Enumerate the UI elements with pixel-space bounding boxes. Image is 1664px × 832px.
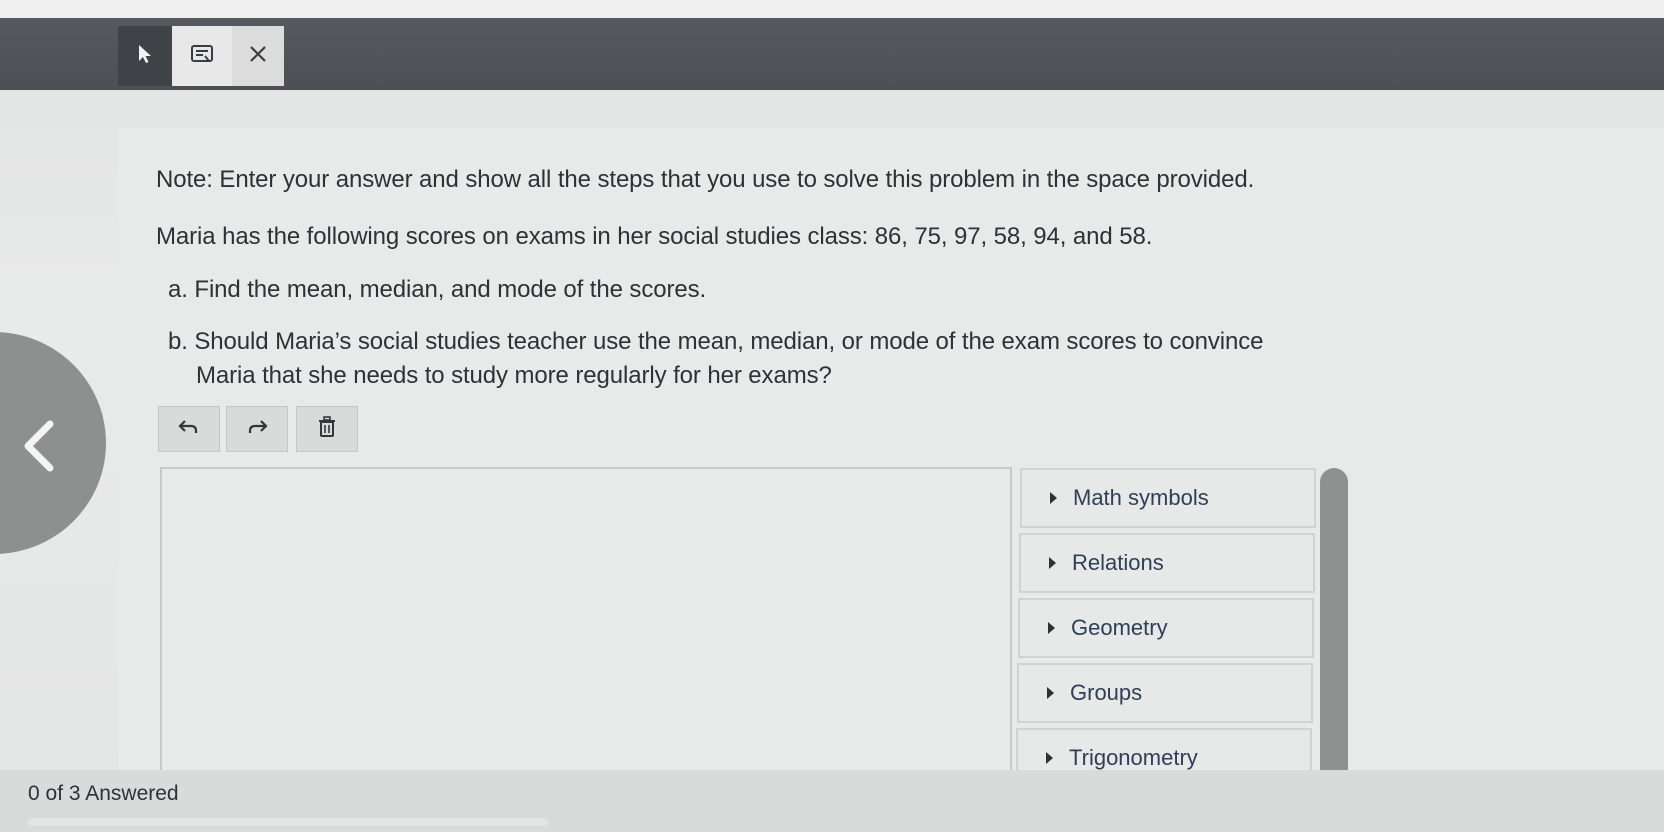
annotation-tool-group	[118, 26, 284, 86]
palette-groups[interactable]: Groups	[1017, 663, 1313, 723]
clear-button[interactable]	[296, 406, 358, 452]
palette-label: Groups	[1070, 680, 1143, 705]
triangle-right-icon	[1047, 687, 1054, 699]
cursor-icon	[136, 43, 154, 70]
undo-button[interactable]	[158, 406, 220, 452]
answered-count: 0 of 3 Answered	[28, 782, 179, 805]
question-part-b-line1: b. Should Maria’s social studies teacher…	[168, 328, 1264, 355]
top-strip	[0, 0, 1664, 18]
palette-scrollbar[interactable]	[1320, 468, 1348, 788]
triangle-right-icon	[1048, 622, 1055, 634]
trash-icon	[318, 415, 336, 443]
palette-label: Trigonometry	[1069, 745, 1198, 770]
undo-icon	[178, 418, 200, 441]
question-note: Note: Enter your answer and show all the…	[156, 166, 1255, 193]
answer-drawing-area[interactable]	[160, 467, 1012, 787]
close-tool-button[interactable]	[232, 26, 284, 86]
redo-icon	[246, 418, 268, 441]
triangle-right-icon	[1050, 492, 1057, 504]
progress-bar	[28, 818, 548, 826]
palette-relations[interactable]: Relations	[1019, 533, 1315, 593]
note-tool-button[interactable]	[172, 26, 232, 86]
note-icon	[190, 44, 214, 69]
palette-label: Math symbols	[1073, 485, 1209, 510]
palette-geometry[interactable]: Geometry	[1018, 598, 1314, 658]
chevron-left-icon	[20, 418, 56, 479]
palette-math-symbols[interactable]: Math symbols	[1020, 468, 1316, 528]
question-part-b-line2: Maria that she needs to study more regul…	[196, 362, 832, 389]
page: Note: Enter your answer and show all the…	[0, 0, 1664, 832]
question-stem: Maria has the following scores on exams …	[156, 223, 1153, 250]
triangle-right-icon	[1046, 752, 1053, 764]
close-icon	[248, 44, 268, 69]
pointer-tool-button[interactable]	[118, 26, 172, 86]
footer: 0 of 3 Answered	[0, 770, 1664, 832]
question-part-a: a. Find the mean, median, and mode of th…	[168, 276, 707, 303]
triangle-right-icon	[1049, 557, 1056, 569]
palette-label: Geometry	[1071, 615, 1168, 640]
palette-label: Relations	[1072, 550, 1164, 575]
redo-button[interactable]	[226, 406, 288, 452]
